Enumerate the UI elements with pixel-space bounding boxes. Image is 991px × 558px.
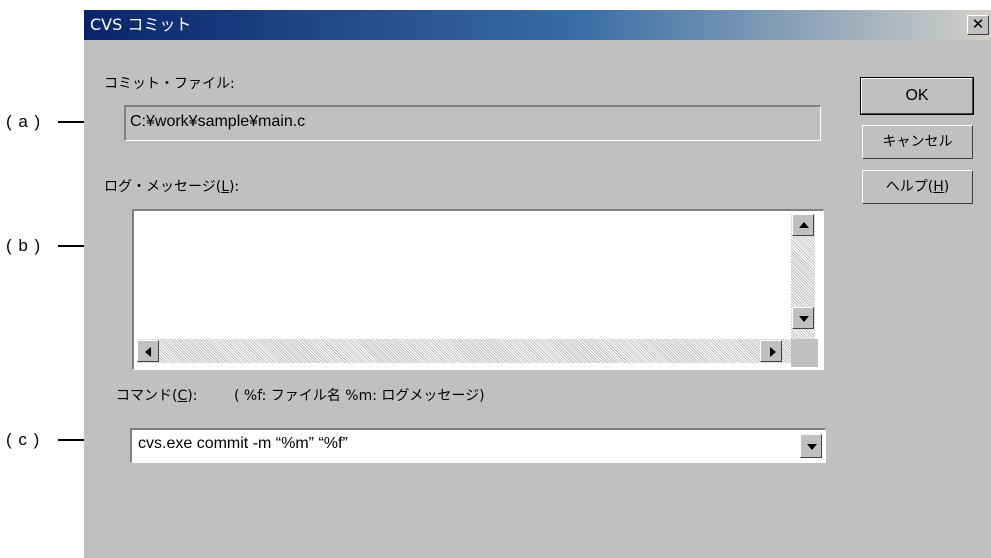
cvs-commit-dialog: CVS コミット ✕ コミット・ファイル: C:¥work¥sample¥mai… [84,10,991,558]
log-message-label-text: ログ・メッセージ( [104,179,222,195]
command-combobox[interactable]: cvs.exe commit -m “%m” “%f” [130,428,826,463]
arrow-down-icon [799,316,809,322]
arrow-left-icon [145,347,151,357]
help-button-label: ヘルプ(H) [886,171,949,203]
help-mnemonic: H [933,179,944,195]
help-button[interactable]: ヘルプ(H) [862,170,973,204]
command-mnemonic: C [177,388,188,404]
chevron-down-icon [807,444,817,450]
log-message-mnemonic: L [221,179,229,195]
callout-b-label: ( b ) [6,236,42,255]
log-message-label-suffix: ): [229,179,240,195]
command-label-suffix: ): [187,388,198,404]
command-hint: ( %f: ファイル名 %m: ログメッセージ) [234,388,485,404]
callout-a-label: ( a ) [6,112,42,131]
cancel-button[interactable]: キャンセル [862,125,973,159]
window-title: CVS コミット [90,15,192,34]
command-label: コマンド(C): [116,387,197,405]
scrollbar-size-grip [791,339,818,367]
commit-file-label: コミット・ファイル: [104,76,235,92]
close-icon: ✕ [971,15,985,33]
arrow-up-icon [799,222,809,228]
callout-c-label: ( c ) [6,430,41,449]
help-label-suffix: ) [943,179,950,195]
command-label-text: コマンド( [116,388,178,404]
help-label-text: ヘルプ( [885,179,934,195]
scroll-right-button[interactable] [760,340,782,362]
log-message-textarea[interactable] [132,209,824,370]
ok-button[interactable]: OK [860,77,974,115]
commit-file-field: C:¥work¥sample¥main.c [124,105,821,141]
commit-file-value: C:¥work¥sample¥main.c [130,113,306,130]
command-value: cvs.exe commit -m “%m” “%f” [138,435,348,452]
log-horizontal-scrollbar[interactable] [137,339,792,363]
cancel-button-label: キャンセル [882,134,953,150]
title-bar[interactable]: CVS コミット ✕ [84,10,991,40]
ok-button-label: OK [905,87,929,104]
command-dropdown-button[interactable] [800,434,822,458]
scroll-up-button[interactable] [792,214,814,236]
log-message-label: ログ・メッセージ(L): [104,178,239,196]
scroll-down-button[interactable] [792,307,814,329]
scroll-left-button[interactable] [137,340,159,362]
close-button[interactable]: ✕ [967,15,989,35]
arrow-right-icon [770,347,776,357]
